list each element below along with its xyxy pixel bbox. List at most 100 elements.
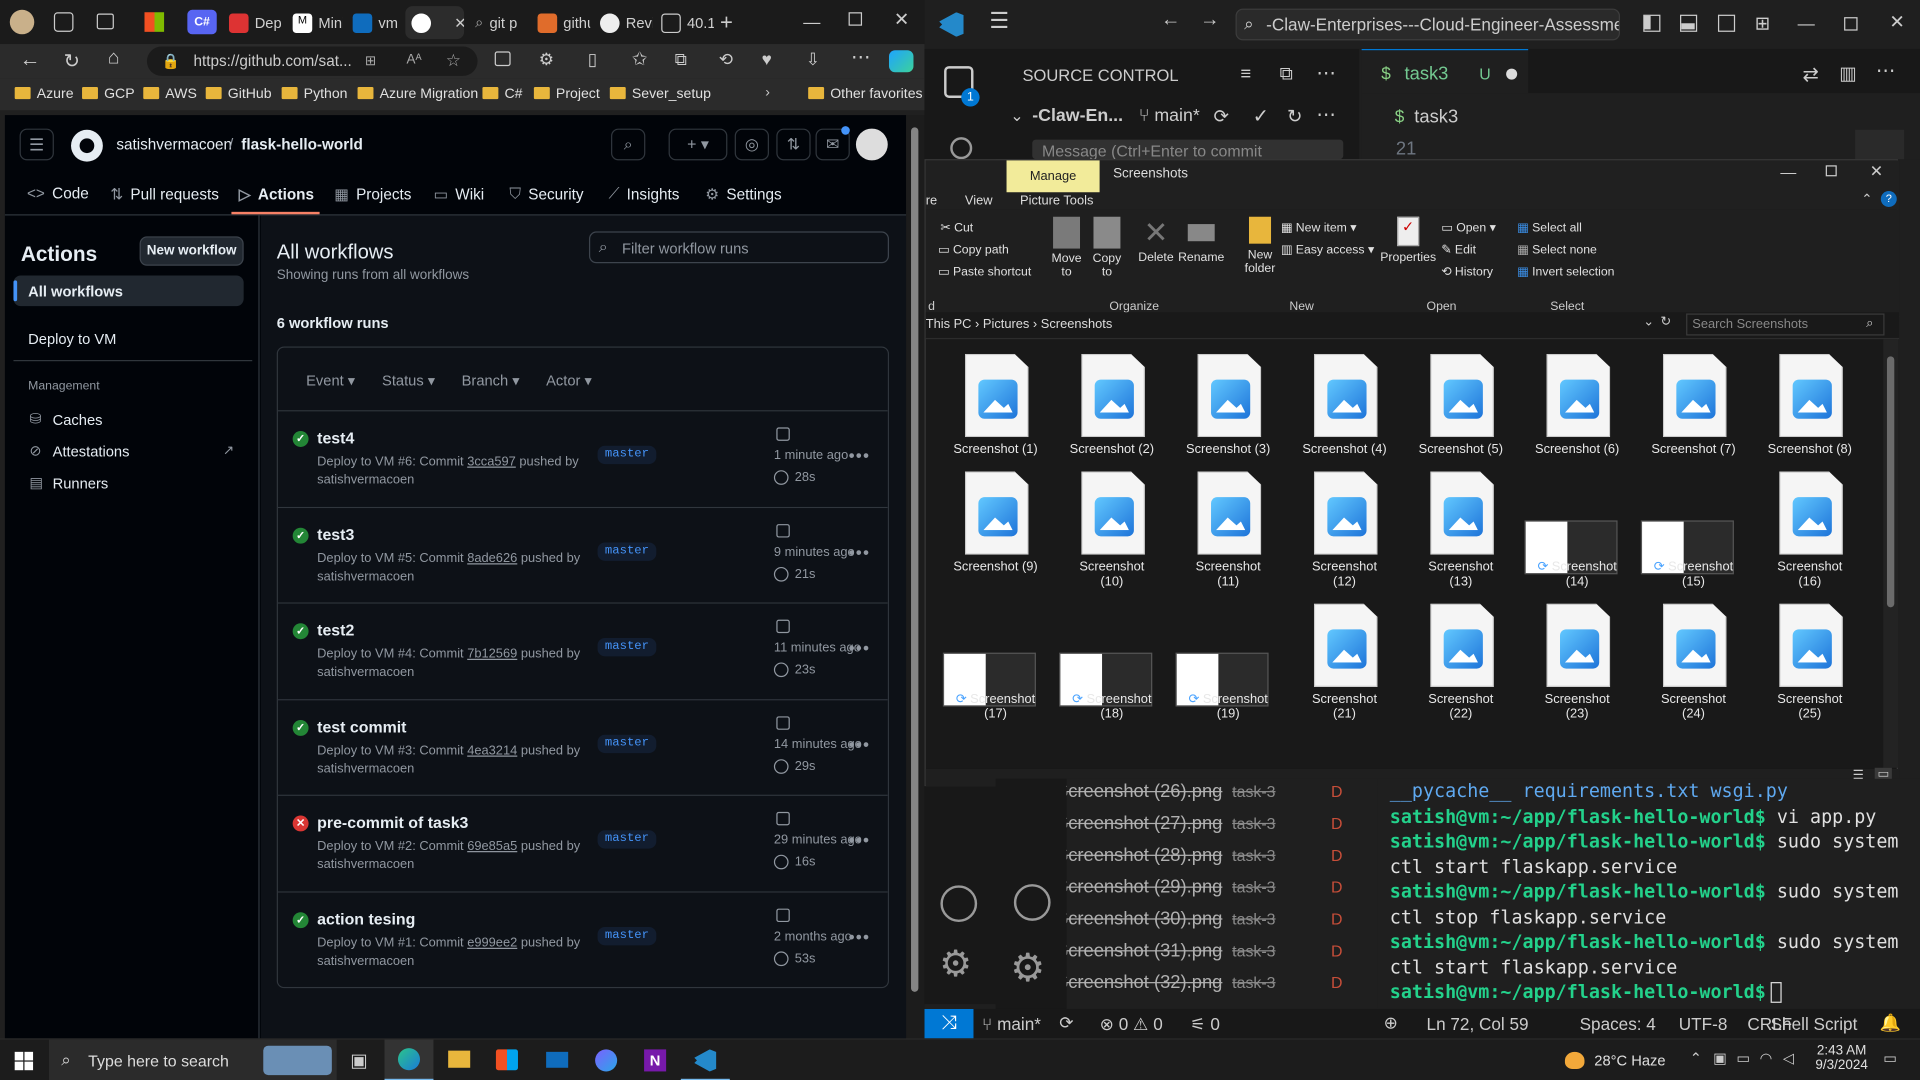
maximize-icon[interactable] bbox=[1825, 165, 1837, 177]
more-icon[interactable]: ⋯ bbox=[851, 45, 871, 69]
status-language[interactable]: Shell Script bbox=[1771, 1014, 1858, 1034]
file-item[interactable]: Screenshot (12) bbox=[1289, 471, 1399, 606]
tab-mini[interactable]: M Mini bbox=[287, 6, 343, 39]
grid-icon[interactable]: ⊞ bbox=[365, 53, 376, 69]
commit-link[interactable]: 69e85a5 bbox=[467, 839, 517, 854]
file-item[interactable]: Screenshot (8) bbox=[1755, 353, 1865, 489]
tab-vm[interactable]: vm - bbox=[347, 6, 402, 39]
bookmark-azure-migration[interactable]: Azure Migration bbox=[357, 86, 478, 102]
filter-event[interactable]: Event ▾ bbox=[306, 372, 355, 389]
downloads-icon[interactable]: ⇩ bbox=[806, 49, 820, 70]
workflow-run-row[interactable]: ✓ action tesing Deploy to VM #1: Commit e9… bbox=[277, 892, 888, 987]
delete-button[interactable]: ✕ Delete bbox=[1135, 217, 1177, 290]
new-tab-icon[interactable]: + bbox=[720, 10, 733, 36]
browser-scrollbar[interactable] bbox=[906, 115, 925, 1039]
branch-badge[interactable]: master bbox=[597, 926, 657, 945]
menu-icon[interactable]: ☰ bbox=[19, 128, 54, 161]
file-item[interactable]: Screenshot (22) bbox=[1406, 603, 1516, 739]
branch-badge[interactable]: master bbox=[597, 541, 657, 561]
collapse-ribbon-icon[interactable]: ⌃ bbox=[1861, 191, 1872, 207]
minimize-icon[interactable]: — bbox=[1780, 163, 1796, 181]
select-none-button[interactable]: ▦ Select none bbox=[1517, 244, 1597, 257]
sidebar-item-caches[interactable]: Caches bbox=[53, 411, 103, 428]
open-button[interactable]: ▭ Open ▾ bbox=[1441, 222, 1496, 235]
bookmark-python[interactable]: Python bbox=[281, 86, 348, 102]
new-item-button[interactable]: ▦ New item ▾ bbox=[1281, 222, 1357, 235]
volume-icon[interactable]: ◁ bbox=[1783, 1049, 1794, 1066]
bookmark-other-favorites[interactable]: Other favorites bbox=[808, 86, 923, 102]
branch-badge[interactable]: master bbox=[597, 734, 657, 753]
split-editor-icon[interactable]: ▥ bbox=[1839, 62, 1856, 85]
chevron-right-icon[interactable]: › bbox=[765, 86, 770, 101]
tab-settings[interactable]: ⚙ Settings bbox=[705, 185, 781, 204]
repo-owner-link[interactable]: satishvermacoen bbox=[116, 136, 232, 153]
bookmark-aws[interactable]: AWS bbox=[143, 86, 197, 102]
search-icon[interactable] bbox=[950, 137, 973, 160]
paste-shortcut-button[interactable]: ▭ Paste shortcut bbox=[938, 266, 1031, 279]
commit-link[interactable]: 4ea3214 bbox=[467, 743, 517, 758]
file-item[interactable]: Screenshot (23) bbox=[1522, 603, 1632, 739]
battery-icon[interactable]: ▭ bbox=[1736, 1049, 1750, 1066]
explorer-scrollbar[interactable] bbox=[1883, 339, 1898, 768]
file-item[interactable]: Screenshot (24) bbox=[1638, 603, 1748, 739]
network-device-icon[interactable]: ▣ bbox=[1713, 1049, 1727, 1066]
breadcrumb[interactable]: task3 bbox=[1414, 107, 1458, 128]
bookmark-csharp[interactable]: C# bbox=[482, 86, 522, 102]
more-actions-icon[interactable]: ⋯ bbox=[1876, 59, 1896, 83]
branch-badge[interactable]: master bbox=[597, 637, 657, 657]
tab-doc[interactable]: 40.1 bbox=[655, 6, 714, 39]
task-view-icon[interactable]: ▣ bbox=[350, 1049, 367, 1072]
repo-name-link[interactable]: flask-hello-world bbox=[241, 136, 363, 153]
edit-button[interactable]: ✎ Edit bbox=[1441, 244, 1476, 257]
file-item[interactable]: Screenshot (11) bbox=[1173, 471, 1283, 606]
file-item[interactable]: ⟳ Screenshot (17) bbox=[940, 604, 1050, 739]
windows-start-icon[interactable] bbox=[14, 1051, 34, 1071]
url-field[interactable]: 🔒 https://github.com/sat... ⊞ Aᴬ ☆ bbox=[146, 46, 478, 76]
tab-projects[interactable]: ▦ Projects bbox=[334, 185, 411, 204]
more-actions-icon[interactable]: ⋯ bbox=[1316, 103, 1336, 127]
file-explorer-icon[interactable] bbox=[448, 1050, 471, 1068]
refresh-icon[interactable]: ↻ bbox=[64, 49, 80, 73]
zoom-icon[interactable]: ⊕ bbox=[1384, 1013, 1398, 1034]
tab-review[interactable]: Revi bbox=[594, 6, 653, 39]
select-all-button[interactable]: ▦ Select all bbox=[1517, 222, 1582, 235]
invert-selection-button[interactable]: ▦ Invert selection bbox=[1517, 266, 1614, 279]
file-item[interactable]: Screenshot (6) bbox=[1522, 353, 1632, 489]
ms-tab-icon[interactable] bbox=[144, 12, 165, 32]
close-icon[interactable]: ✕ bbox=[894, 9, 909, 31]
minimize-icon[interactable]: — bbox=[803, 12, 820, 32]
file-item[interactable]: Screenshot (13) bbox=[1406, 471, 1516, 606]
run-menu-icon[interactable]: ••• bbox=[849, 446, 871, 466]
branch-badge[interactable]: master bbox=[597, 445, 657, 465]
collections-icon[interactable]: ⧉ bbox=[675, 49, 687, 70]
tab-insights[interactable]: ⟋ Insights bbox=[609, 185, 680, 203]
scm-file-row[interactable]: ▣Screenshot (29).pngtask-3D bbox=[1035, 877, 1378, 909]
commit-check-icon[interactable]: ✓ bbox=[1253, 104, 1269, 128]
file-item[interactable]: Screenshot (2) bbox=[1057, 353, 1167, 489]
new-folder-button[interactable]: New folder bbox=[1238, 216, 1282, 290]
history-button[interactable]: ⟲ History bbox=[1441, 266, 1493, 279]
workflow-run-row[interactable]: ✓ test3 Deploy to VM #5: Commit 8ade626 pu… bbox=[277, 507, 888, 604]
branch-indicator[interactable]: ⑂ main* bbox=[1139, 107, 1200, 127]
compare-changes-icon[interactable]: ⇄ bbox=[1802, 62, 1818, 86]
chevron-down-icon[interactable]: ⌄ bbox=[1643, 315, 1654, 330]
file-item[interactable]: Screenshot (5) bbox=[1406, 353, 1516, 489]
editor-tab-task3[interactable]: $ task3 U bbox=[1361, 48, 1529, 94]
cut-button[interactable]: ✂ Cut bbox=[940, 222, 973, 235]
search-screenshots-input[interactable]: Search Screenshots ⌕ bbox=[1686, 313, 1885, 336]
taskbar-vscode[interactable] bbox=[680, 1040, 730, 1080]
workflow-run-row[interactable]: ✕ pre-commit of task3 Deploy to VM #2: Com… bbox=[277, 795, 888, 893]
sidebar-item-deploy-to-vm[interactable]: Deploy to VM bbox=[28, 331, 116, 348]
sync-icon[interactable]: ⟳ bbox=[1213, 105, 1228, 128]
scm-file-row[interactable]: ▣Screenshot (26).pngtask-3D bbox=[1035, 781, 1378, 813]
toggle-secondary-sidebar-icon[interactable] bbox=[1717, 14, 1736, 32]
scm-file-row[interactable]: ▣Screenshot (32).pngtask-3D bbox=[1035, 972, 1378, 1004]
create-new-dropdown[interactable]: + ▾ bbox=[668, 128, 728, 161]
bookmark-project[interactable]: Project bbox=[533, 86, 600, 102]
file-item[interactable]: ⟳ Screenshot (14) bbox=[1522, 471, 1632, 606]
unsaved-dot-icon[interactable] bbox=[1506, 68, 1518, 80]
maximize-icon[interactable] bbox=[1844, 17, 1858, 31]
status-problems[interactable]: ⊗ 0 ⚠ 0 bbox=[1100, 1014, 1163, 1035]
help-icon[interactable]: ? bbox=[1880, 191, 1897, 207]
sync-icon[interactable]: ⟳ bbox=[1059, 1013, 1073, 1034]
